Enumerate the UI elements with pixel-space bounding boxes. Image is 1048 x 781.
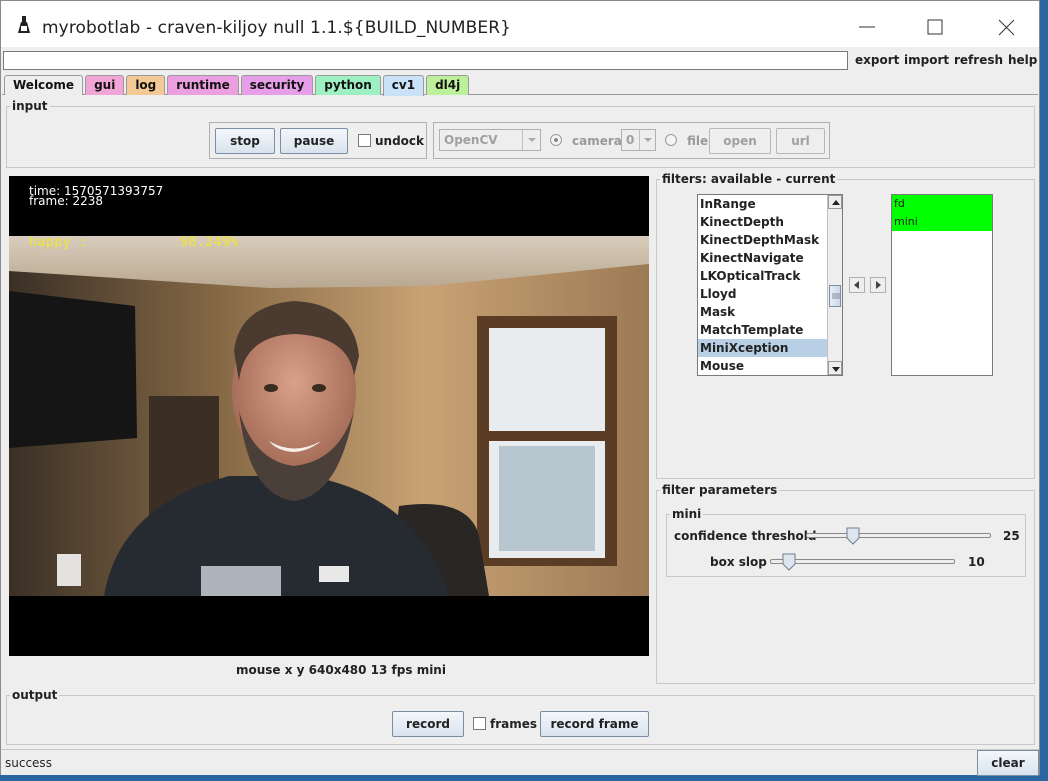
pause-button[interactable]: pause — [280, 128, 348, 154]
minimize-button[interactable] — [843, 13, 889, 41]
record-button[interactable]: record — [392, 711, 464, 737]
confidence-threshold-slider[interactable] — [806, 533, 991, 538]
available-filter-item[interactable]: KinectNavigate — [698, 249, 842, 267]
available-filter-item[interactable]: Lloyd — [698, 285, 842, 303]
status-text: success — [5, 756, 52, 770]
input-group-title: input — [10, 99, 50, 113]
refresh-menu[interactable]: refresh — [954, 53, 1003, 67]
box-slop-slider[interactable] — [770, 559, 955, 564]
title-bar[interactable]: myrobotlab - craven-kiljoy null 1.1.${BU… — [1, 1, 1039, 47]
available-filter-item[interactable]: MatchTemplate — [698, 321, 842, 339]
undock-checkbox[interactable] — [358, 134, 371, 147]
emotion-label: happy : — [29, 235, 88, 250]
camera-radio[interactable] — [550, 134, 562, 146]
arrow-left-icon — [854, 281, 859, 289]
available-filter-item[interactable]: KinectDepthMask — [698, 231, 842, 249]
maximize-icon — [927, 19, 943, 35]
scroll-thumb[interactable] — [829, 285, 841, 307]
record-frame-button[interactable]: record frame — [540, 711, 649, 737]
available-filter-item[interactable]: MiniXception — [698, 339, 842, 357]
grabber-value: OpenCV — [444, 133, 498, 147]
camera-label: camera — [572, 134, 622, 148]
add-filter-button[interactable] — [870, 277, 886, 293]
close-icon — [998, 19, 1015, 36]
tab-bar: Welcome gui log runtime security python … — [4, 75, 471, 96]
tab-python[interactable]: python — [315, 75, 381, 95]
camera-index-select[interactable]: 0 — [621, 129, 656, 151]
video-status: mouse x y 640x480 13 fps mini — [236, 663, 446, 677]
maximize-button[interactable] — [912, 13, 958, 41]
tab-gui[interactable]: gui — [85, 75, 125, 95]
undock-label: undock — [375, 134, 425, 148]
arrow-up-icon — [832, 200, 840, 205]
filter-parameters-title: filter parameters — [660, 483, 780, 497]
arrow-right-icon — [876, 281, 881, 289]
close-button[interactable] — [983, 13, 1029, 41]
url-button[interactable]: url — [776, 128, 825, 154]
box-slop-value: 10 — [968, 555, 985, 569]
available-filters-scrollbar[interactable] — [827, 195, 842, 375]
tab-log[interactable]: log — [126, 75, 166, 95]
emotion-value: 98.249% — [180, 235, 239, 250]
scroll-down-button[interactable] — [828, 361, 842, 375]
slider-thumb-icon[interactable] — [782, 553, 796, 571]
open-button[interactable]: open — [709, 128, 771, 154]
status-bar: success clear — [1, 749, 1039, 776]
available-filter-item[interactable]: LKOpticalTrack — [698, 267, 842, 285]
available-filter-item[interactable]: Mask — [698, 303, 842, 321]
camera-frame-image — [9, 236, 649, 596]
mini-parameters-title: mini — [670, 507, 704, 521]
available-filters-list[interactable]: InRange KinectDepth KinectDepthMask KinectN… — [697, 194, 843, 376]
tab-cv1[interactable]: cv1 — [382, 75, 425, 96]
available-filter-item[interactable]: KinectDepth — [698, 213, 842, 231]
camera-index-value: 0 — [626, 133, 635, 147]
available-filters-items: InRange KinectDepth KinectDepthMask KinectN… — [698, 195, 842, 375]
import-menu[interactable]: import — [904, 53, 949, 67]
confidence-threshold-label: confidence threshold — [674, 529, 817, 543]
grabber-select[interactable]: OpenCV — [439, 129, 541, 151]
export-menu[interactable]: export — [855, 53, 899, 67]
chevron-down-icon — [639, 130, 655, 150]
flask-icon — [18, 16, 30, 33]
current-filter-item[interactable]: mini — [892, 213, 992, 231]
tab-security[interactable]: security — [240, 75, 314, 95]
grip-icon — [832, 293, 840, 299]
frame-overlay: frame: 2238 — [29, 194, 103, 208]
file-label: file — [687, 134, 709, 148]
stop-button[interactable]: stop — [215, 128, 275, 154]
available-filter-item[interactable]: Mouse — [698, 357, 842, 375]
current-filters-items: fd mini — [892, 195, 992, 231]
frames-checkbox[interactable] — [473, 717, 486, 730]
frames-label: frames — [490, 717, 538, 731]
video-display[interactable]: time: 1570571393757 frame: 2238 happy : … — [9, 176, 649, 656]
minimize-icon — [859, 26, 875, 28]
file-radio[interactable] — [665, 134, 677, 146]
confidence-threshold-value: 25 — [1003, 529, 1020, 543]
clear-button[interactable]: clear — [977, 750, 1039, 776]
available-filter-item[interactable]: InRange — [698, 195, 842, 213]
current-filters-list[interactable]: fd mini — [891, 194, 993, 376]
app-window: myrobotlab - craven-kiljoy null 1.1.${BU… — [0, 0, 1040, 776]
remove-filter-button[interactable] — [849, 277, 865, 293]
box-slop-label: box slop — [710, 555, 767, 569]
address-field[interactable] — [3, 51, 848, 70]
help-menu[interactable]: help — [1008, 53, 1037, 67]
tab-dl4j[interactable]: dl4j — [426, 75, 470, 95]
arrow-down-icon — [832, 367, 840, 372]
filters-group-title: filters: available - current — [660, 172, 838, 186]
tab-runtime[interactable]: runtime — [167, 75, 239, 95]
output-group-title: output — [10, 688, 60, 702]
scroll-up-button[interactable] — [828, 195, 842, 209]
chevron-down-icon — [522, 130, 540, 150]
slider-thumb-icon[interactable] — [846, 527, 860, 545]
tab-welcome[interactable]: Welcome — [4, 75, 84, 95]
current-filter-item[interactable]: fd — [892, 195, 992, 213]
window-title: myrobotlab - craven-kiljoy null 1.1.${BU… — [42, 18, 512, 38]
